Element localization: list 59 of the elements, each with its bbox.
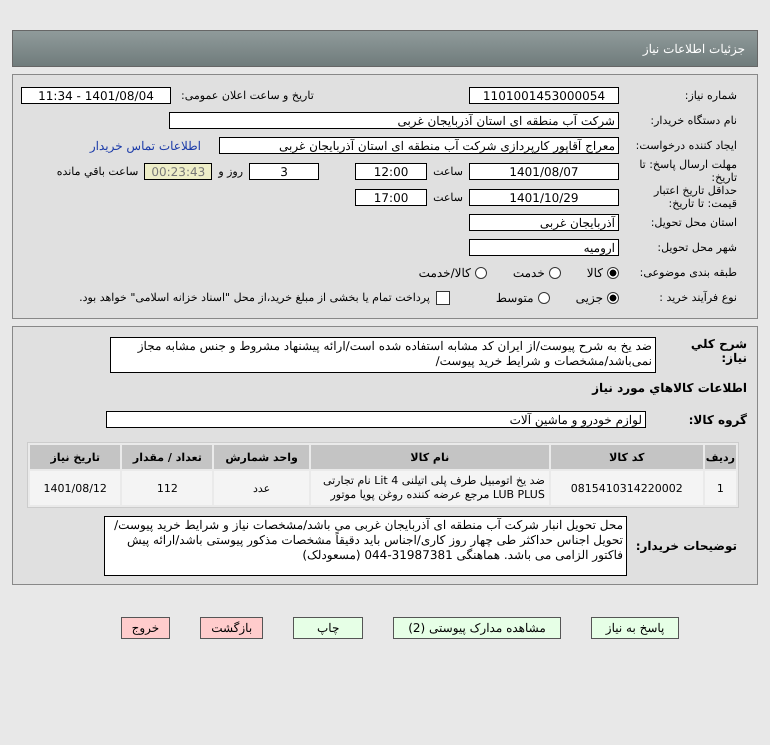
section-title: اطلاعات کالاهاي مورد نياز [592, 380, 747, 397]
requester-field: معراج آقاپور کارپردازی شرکت آب منطقه ای استان آذربایجان غربی [219, 137, 619, 154]
process-radio[interactable]: متوسط [496, 290, 550, 304]
remaining-label: ساعت باقي مانده [56, 164, 138, 178]
category-radio[interactable]: خدمت [512, 266, 561, 280]
name-cell: ضد یخ اتومبیل طرف پلی اتیلنی 4 Lit نام تجارتی LUB PLUS مرجع عرضه کننده روغن پویا موتور [310, 471, 549, 505]
province-field: آذربایجان غربی [469, 214, 619, 231]
action-button[interactable]: مشاهده مدارک پیوستی (2) [393, 617, 561, 639]
field-label: طبقه بندی موضوعی: [638, 266, 737, 279]
column-header: ردیف [704, 445, 736, 469]
field-label: شماره نیاز: [684, 89, 737, 102]
code-cell: 0815410314220002 [550, 471, 703, 505]
days-field: 3 [249, 162, 320, 180]
validity-date-field: 1401/10/29 [469, 188, 619, 206]
goods-group-field: لوازم خودرو و ماشین آلات [106, 411, 646, 428]
description-box: ضد یخ به شرح پیوست/از ایران کد مشابه استفاده شده است/ارائه پیشنهاد مشروط و جنس مشابه مجاز نمی‌باشد/مشخصات و شرایط خرید پیوست/ [110, 337, 656, 373]
field-label: استان محل تحویل: [650, 216, 737, 229]
field-label: شهر محل تحویل: [656, 241, 737, 254]
category-radio[interactable]: کالا/خدمت [418, 266, 487, 280]
field-label: تاریخ و ساعت اعلان عمومی: [181, 89, 314, 102]
city-field: ارومیه [469, 239, 619, 256]
header-title: جزئیات اطلاعات نیاز [642, 42, 745, 56]
buyer-notes-box: محل تحویل انبار شرکت آب منطقه ای آذربایجان غربی می باشد/مشخصات نیاز و شرایط خرید پیوست/تحویل اجناس حداکثر طی چهار روز کاری/اجناس باید دقیقاً مشخصات مذکور پیوستی باشد/ارائه پیش فاکتور الزامی می باشد. هماهنگی 31987381-044 (مسعودلک) [104, 516, 627, 576]
category-radio[interactable]: کالا [586, 266, 619, 280]
validity-time-field: 17:00 [355, 188, 428, 206]
quantity-cell: 112 [122, 471, 212, 505]
payment-note: پرداخت تمام یا بخشی از مبلغ خرید،از محل "اسناد خزانه اسلامی" خواهد بود. [79, 291, 430, 304]
deadline-time-field: 12:00 [355, 162, 428, 180]
row-number-cell: 1 [704, 471, 736, 505]
field-label: مهلت ارسال پاسخ: تا تاریخ: [638, 158, 737, 184]
field-label: نوع فرآیند خرید : [658, 291, 737, 304]
column-header: واحد شمارش [214, 445, 309, 469]
date-cell: 1401/08/12 [30, 471, 120, 505]
field-label: شرح کلي نياز: [690, 337, 747, 365]
time-label: ساعت [433, 164, 463, 178]
column-header: تعداد / مقدار [122, 445, 212, 469]
days-label: روز و [218, 164, 244, 178]
field-label: توضیحات خریدار: [634, 539, 737, 553]
action-button[interactable]: بازگشت [200, 617, 264, 639]
action-button[interactable]: خروج [120, 617, 170, 639]
column-header: نام کالا [310, 445, 549, 469]
payment-checkbox[interactable] [436, 290, 450, 304]
field-label: نام دستگاه خریدار: [649, 114, 737, 127]
contact-link[interactable]: اطلاعات تماس خریدار [90, 138, 201, 152]
announce-date-field: 1401/08/04 - 11:34 [21, 87, 171, 104]
unit-cell: عدد [214, 471, 309, 505]
buyer-org-field: شرکت آب منطقه ای استان آذربایجان غربی [169, 112, 619, 129]
field-label: حداقل تاریخ اعتبار قیمت: تا تاریخ: [652, 184, 737, 210]
column-header: تاریخ نیاز [30, 445, 120, 469]
column-header: کد کالا [550, 445, 703, 469]
time-label: ساعت [433, 190, 463, 204]
field-label: گروه کالا: [688, 412, 747, 426]
action-button[interactable]: چاپ [293, 617, 364, 639]
remaining-time-field: 00:23:43 [144, 162, 212, 180]
deadline-date-field: 1401/08/07 [469, 162, 619, 180]
action-button[interactable]: پاسخ به نیاز [590, 617, 680, 639]
process-radio[interactable]: جزیی [576, 290, 619, 304]
field-label: ایجاد کننده درخواست: [634, 139, 737, 152]
need-number-field: 1101001453000054 [469, 87, 619, 104]
